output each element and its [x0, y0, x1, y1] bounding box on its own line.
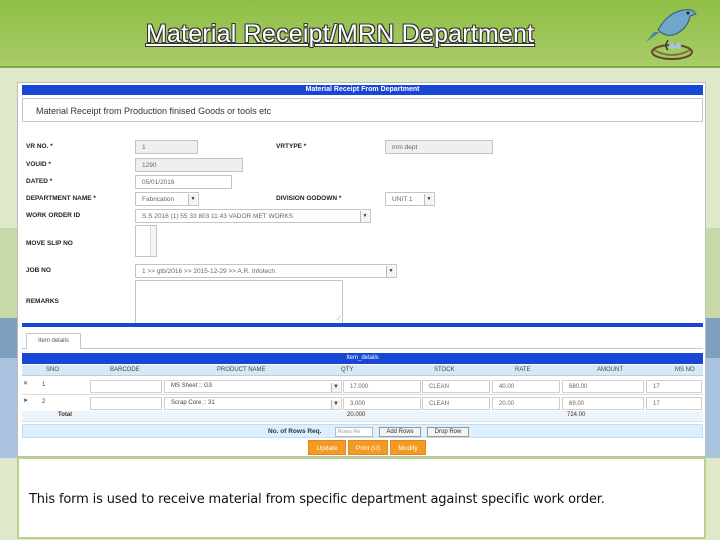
cell-barcode[interactable] — [90, 397, 162, 410]
dated-field[interactable]: 05/01/2016 — [135, 175, 232, 189]
bird-logo-icon — [646, 9, 697, 60]
total-label: Total — [58, 412, 72, 418]
remarks-label: REMARKS — [26, 298, 59, 305]
cell-sno: 2 — [42, 399, 46, 405]
move-slip-no-field[interactable] — [135, 225, 157, 257]
row-pointer-icon: ➤ — [23, 398, 29, 404]
job-no-select[interactable]: 1 >> gtb/2016 >> 2015-12-29 >> A.R. Info… — [135, 264, 397, 278]
job-no-label: JOB NO — [26, 267, 51, 274]
department-select-value: Fabrication — [142, 196, 175, 203]
vrtype-field[interactable]: mm dept — [385, 140, 493, 154]
cell-product[interactable]: MS Sheet :: G3 ▼ — [164, 380, 342, 393]
cell-sno: 1 — [42, 382, 46, 388]
cell-stock: CLEAN — [422, 380, 490, 393]
vrtype-label: VRTYPE * — [276, 143, 307, 150]
chevron-down-icon: ▼ — [331, 400, 340, 409]
slide-title: Material Receipt/MRN Department — [146, 20, 535, 48]
update-button[interactable]: Update — [308, 440, 346, 455]
resize-grip-icon[interactable]: ⟋ — [337, 316, 341, 323]
chevron-down-icon: ▼ — [188, 194, 197, 205]
cell-barcode[interactable] — [90, 380, 162, 393]
job-no-value: 1 >> gtb/2016 >> 2015-12-29 >> A.R. Info… — [142, 268, 275, 275]
cell-rate[interactable]: 40.00 — [492, 380, 560, 393]
form-subtitle: Material Receipt from Production finised… — [22, 98, 703, 122]
total-amount: 724.00 — [567, 412, 586, 418]
scrollbar[interactable] — [150, 226, 156, 256]
tab-bar: Item details — [22, 331, 703, 349]
department-select[interactable]: Fabrication ▼ — [135, 192, 199, 206]
chevron-down-icon: ▼ — [424, 194, 433, 205]
section-divider — [22, 323, 703, 327]
cell-ms-no[interactable]: 17 — [646, 397, 702, 410]
voucher-id-label: VOUID * — [26, 161, 51, 168]
total-qty: 20.000 — [347, 412, 366, 418]
chevron-down-icon: ▼ — [360, 211, 369, 222]
rows-req-input[interactable]: Rows Re — [335, 427, 373, 437]
chevron-down-icon: ▼ — [386, 266, 395, 277]
cell-rate[interactable]: 20.00 — [492, 397, 560, 410]
add-rows-button[interactable]: Add Rows — [379, 427, 421, 437]
division-godown-select[interactable]: UNIT 1 ▼ — [385, 192, 435, 206]
column-header: QTY — [341, 367, 354, 373]
column-header: STOCK — [434, 367, 455, 373]
work-order-value: S.S 2016 (1) 55 33 803 11:43 VADOR MET W… — [142, 213, 294, 220]
total-row: Total 20.000 724.00 — [22, 411, 703, 422]
form-header: Material Receipt From Department — [22, 85, 703, 95]
cell-amount: 680.00 — [562, 380, 644, 393]
work-order-select[interactable]: S.S 2016 (1) 55 33 803 11:43 VADOR MET W… — [135, 209, 371, 223]
table-row[interactable]: ✕ 1 MS Sheet :: G3 ▼ 17.000 CLEAN 40.00 … — [22, 378, 703, 395]
division-godown-value: UNIT 1 — [392, 196, 413, 203]
caption-text: This form is used to receive material fr… — [29, 492, 605, 507]
tab-item-details[interactable]: Item details — [26, 333, 81, 349]
column-header: AMOUNT — [597, 367, 623, 373]
division-godown-label: DIVISION GODOWN * — [276, 195, 342, 202]
remarks-field[interactable]: ⟋ — [135, 280, 343, 324]
cell-product-value: MS Sheet :: G3 — [171, 383, 213, 389]
work-order-id-label: WORK ORDER ID — [26, 212, 81, 219]
cell-qty[interactable]: 17.000 — [343, 380, 421, 393]
column-header: PRODUCT NAME — [217, 367, 266, 373]
drop-row-button[interactable]: Drop Row — [427, 427, 469, 437]
move-slip-no-label: MOVE SLIP NO — [26, 240, 73, 247]
table-row[interactable]: ➤ 2 Scrap Core :: 31 ▼ 3.000 CLEAN 20.00… — [22, 395, 703, 412]
rows-req-label: No. of Rows Req. — [268, 428, 322, 435]
column-header: SNO — [46, 367, 60, 373]
print-button[interactable]: Print (U) — [348, 440, 388, 455]
caption-box: This form is used to receive material fr… — [17, 457, 706, 539]
cell-ms-no[interactable]: 17 — [646, 380, 702, 393]
form-screenshot: Material Receipt From Department Materia… — [17, 82, 706, 457]
dated-label: DATED * — [26, 178, 53, 185]
column-header: BARCODE — [110, 367, 140, 373]
voucher-id-field[interactable]: 1290 — [135, 158, 243, 172]
cell-product[interactable]: Scrap Core :: 31 ▼ — [164, 397, 342, 410]
grid-title: Item_details — [22, 353, 703, 364]
cell-amount: 69.00 — [562, 397, 644, 410]
vr-no-field[interactable]: 1 — [135, 140, 198, 154]
column-header: RATE — [515, 367, 531, 373]
department-name-label: DEPARTMENT NAME * — [26, 195, 96, 202]
grid-header-row: SNO BARCODE PRODUCT NAME QTY STOCK RATE … — [22, 365, 703, 376]
chevron-down-icon: ▼ — [331, 383, 340, 392]
cell-qty[interactable]: 3.000 — [343, 397, 421, 410]
slide-title-bar: Material Receipt/MRN Department — [0, 0, 720, 68]
vr-no-label: VR NO. * — [26, 143, 53, 150]
column-header: MS NO — [675, 367, 695, 373]
modify-button[interactable]: Modify — [390, 440, 426, 455]
row-pointer-icon: ✕ — [23, 381, 29, 387]
cell-product-value: Scrap Core :: 31 — [171, 400, 215, 406]
rows-request-bar: No. of Rows Req. Rows Re Add Rows Drop R… — [22, 424, 703, 438]
cell-stock: CLEAN — [422, 397, 490, 410]
